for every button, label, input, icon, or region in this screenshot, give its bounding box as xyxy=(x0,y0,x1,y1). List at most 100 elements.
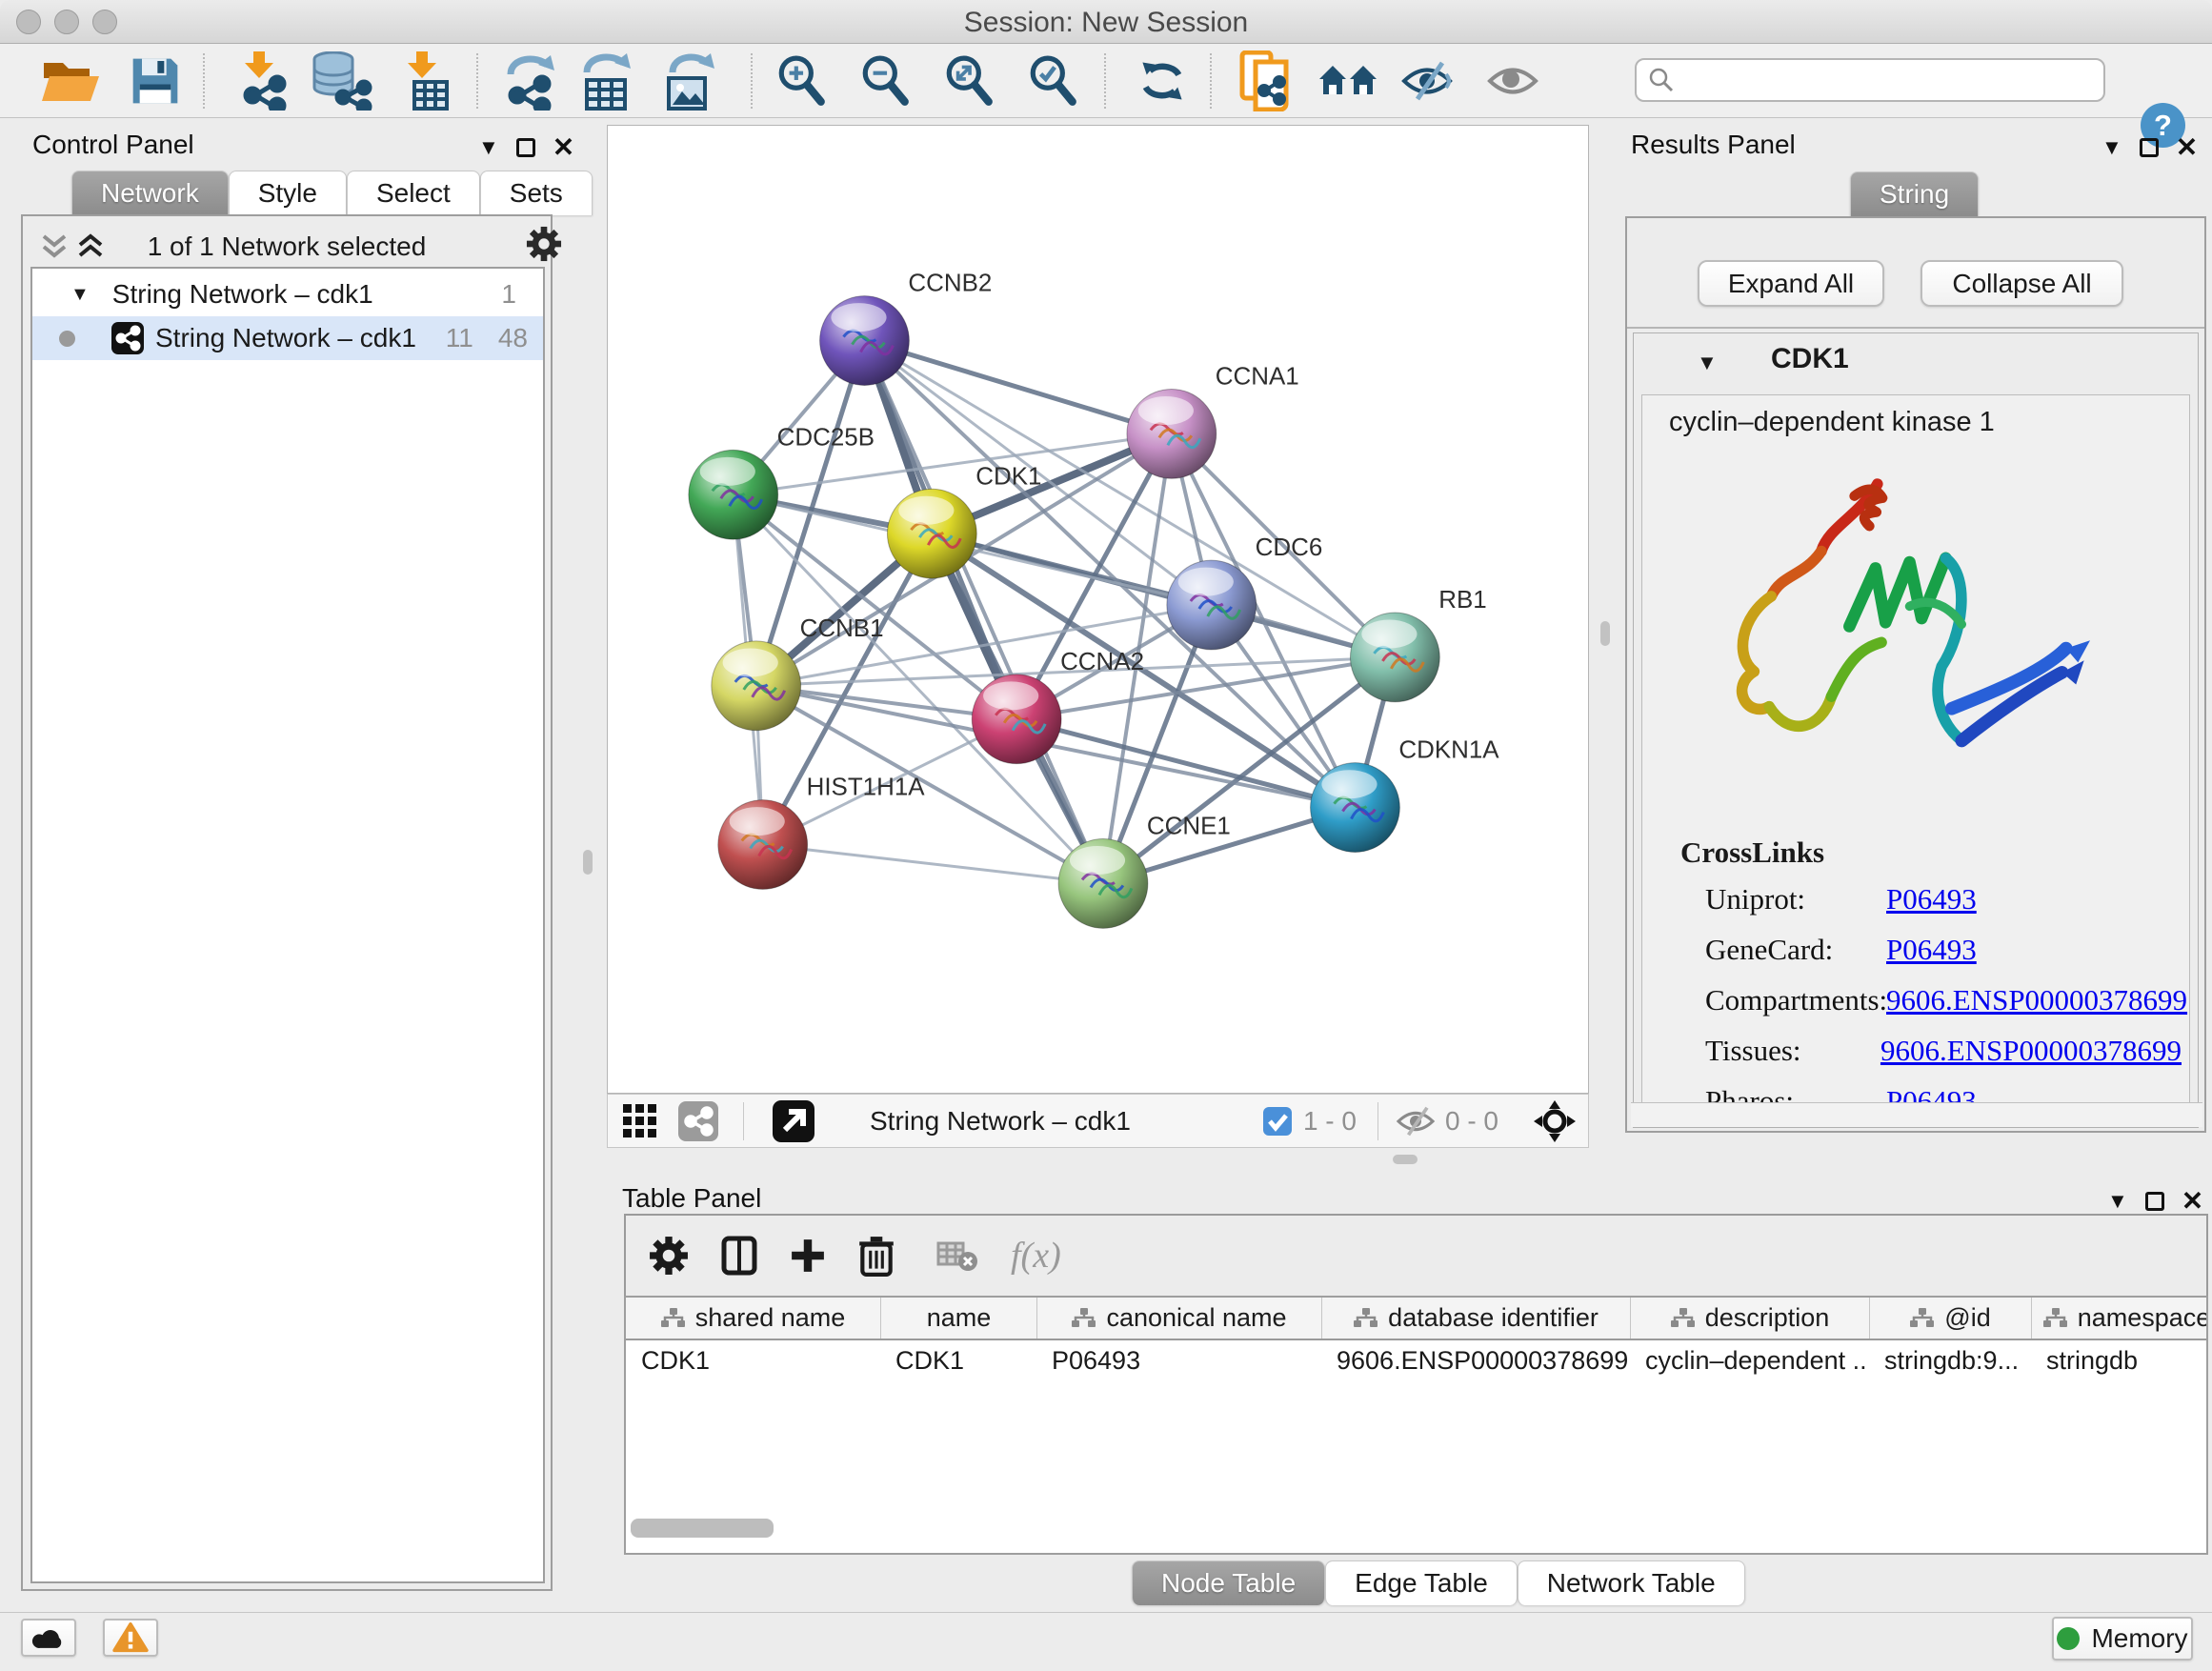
first-neighbors-button[interactable] xyxy=(1313,44,1383,118)
network-edge-CCNB2-CCNA1[interactable] xyxy=(864,341,1171,434)
tab-edge-table[interactable]: Edge Table xyxy=(1325,1560,1518,1605)
network-node-CDKN1A[interactable]: CDKN1A xyxy=(1311,737,1500,853)
crosslink-row: Uniprot:P06493 xyxy=(1705,874,2182,924)
crosslink-value-link[interactable]: 9606.ENSP00000378699 xyxy=(1886,983,2187,1017)
network-edge-CCNB2-CCNE1[interactable] xyxy=(864,341,1103,884)
zoom-out-button[interactable] xyxy=(854,44,916,118)
tab-sets[interactable]: Sets xyxy=(480,171,593,215)
function-builder-button[interactable]: f(x) xyxy=(1011,1235,1061,1277)
network-node-RB1[interactable]: RB1 xyxy=(1350,587,1486,702)
table-cell[interactable]: cyclin–dependent ... xyxy=(1630,1340,1869,1381)
network-view-title: String Network – cdk1 xyxy=(870,1106,1131,1137)
column-header-canonical-name[interactable]: canonical name xyxy=(1036,1298,1321,1339)
table-row[interactable]: CDK1CDK1P064939606.ENSP00000378699cyclin… xyxy=(626,1340,2206,1381)
table-h-scrollbar-thumb[interactable] xyxy=(631,1519,774,1538)
panel-float-button[interactable]: ▼ xyxy=(2107,1189,2128,1214)
hidden-eye-slash-icon[interactable] xyxy=(1396,1106,1436,1137)
toolbar-separator xyxy=(1104,53,1106,109)
right-splitter-grip[interactable] xyxy=(1600,621,1610,646)
selected-checkbox-icon[interactable] xyxy=(1263,1107,1292,1136)
warning-icon xyxy=(112,1622,149,1653)
column-header--id[interactable]: @id xyxy=(1869,1298,2031,1339)
center-view-button[interactable] xyxy=(1533,1099,1577,1143)
panel-float-button[interactable]: ▼ xyxy=(478,135,499,160)
network-node-CCNB2[interactable]: CCNB2 xyxy=(820,271,993,386)
save-session-button[interactable] xyxy=(122,44,189,118)
add-column-button[interactable] xyxy=(790,1238,826,1274)
zoom-fit-button[interactable] xyxy=(937,44,1000,118)
collapse-all-button[interactable]: Collapse All xyxy=(1920,260,2123,307)
delete-table-button[interactable] xyxy=(936,1239,978,1272)
import-network-file-button[interactable] xyxy=(231,44,297,118)
share-icon-button[interactable] xyxy=(678,1101,718,1141)
network-node-HIST1H1A[interactable]: HIST1H1A xyxy=(718,775,925,890)
table-cell[interactable]: P06493 xyxy=(1036,1340,1321,1381)
panel-maximize-button[interactable] xyxy=(2140,138,2159,157)
delete-column-button[interactable] xyxy=(858,1235,895,1277)
export-network-button[interactable] xyxy=(497,44,566,118)
main-toolbar: ? xyxy=(0,44,2212,118)
horizontal-splitter-grip[interactable] xyxy=(1393,1155,1418,1164)
crosslink-value-link[interactable]: P06493 xyxy=(1886,933,1977,967)
table-cell[interactable]: 9606.ENSP00000378699 xyxy=(1321,1340,1630,1381)
panel-maximize-button[interactable] xyxy=(2145,1192,2164,1211)
network-row[interactable]: String Network – cdk1 11 48 xyxy=(32,316,543,360)
crosslink-value-link[interactable]: P06493 xyxy=(1886,882,1977,916)
tab-node-table[interactable]: Node Table xyxy=(1132,1560,1325,1605)
column-header-name[interactable]: name xyxy=(880,1298,1036,1339)
string-document-button[interactable] xyxy=(1233,44,1299,118)
panel-float-button[interactable]: ▼ xyxy=(2101,135,2122,160)
crosslink-value-link[interactable]: 9606.ENSP00000378699 xyxy=(1880,1034,2182,1068)
network-options-gear-button[interactable] xyxy=(526,226,562,262)
tree-expander-icon[interactable]: ▼ xyxy=(70,284,90,306)
table-cell[interactable]: CDK1 xyxy=(626,1340,880,1381)
import-network-database-button[interactable] xyxy=(305,44,379,118)
node-gloss-highlight xyxy=(898,496,954,525)
panel-close-button[interactable]: ✕ xyxy=(553,131,574,163)
gene-toggle-icon[interactable]: ▼ xyxy=(1697,351,1718,375)
network-collection-row[interactable]: ▼ String Network – cdk1 1 xyxy=(32,272,543,316)
warning-button[interactable] xyxy=(103,1619,158,1657)
export-image-button[interactable] xyxy=(655,44,726,118)
column-header-database-identifier[interactable]: database identifier xyxy=(1321,1298,1630,1339)
column-header-description[interactable]: description xyxy=(1630,1298,1869,1339)
network-edge-CCNA2-CDKN1A[interactable] xyxy=(1016,719,1355,808)
column-header-namespace[interactable]: namespace xyxy=(2031,1298,2208,1339)
network-canvas[interactable]: CCNB2CCNA1CDC25BCDK1CDC6RB1CCNB1CCNA2CDK… xyxy=(607,125,1589,1094)
network-node-CCNA1[interactable]: CCNA1 xyxy=(1127,363,1299,478)
column-hierarchy-icon xyxy=(1671,1308,1696,1329)
import-table-file-button[interactable] xyxy=(392,44,461,118)
open-in-new-button[interactable] xyxy=(773,1100,814,1142)
tab-network[interactable]: Network xyxy=(71,171,229,215)
tab-string[interactable]: String xyxy=(1850,171,1979,216)
search-input[interactable] xyxy=(1675,66,2103,95)
open-session-button[interactable] xyxy=(34,44,107,118)
panel-close-button[interactable]: ✕ xyxy=(2182,1185,2203,1217)
show-all-button[interactable] xyxy=(1482,44,1543,118)
export-table-button[interactable] xyxy=(573,44,642,118)
left-splitter-grip[interactable] xyxy=(583,850,593,875)
results-scrollbar-track[interactable] xyxy=(1631,1102,2202,1127)
panel-close-button[interactable]: ✕ xyxy=(2176,131,2198,163)
tab-select[interactable]: Select xyxy=(347,171,480,215)
network-node-CCNE1[interactable]: CCNE1 xyxy=(1058,814,1231,929)
zoom-selected-button[interactable] xyxy=(1021,44,1084,118)
table-cell[interactable]: CDK1 xyxy=(880,1340,1036,1381)
table-cell[interactable]: stringdb xyxy=(2031,1340,2208,1381)
hide-selected-button[interactable] xyxy=(1397,44,1458,118)
tab-style[interactable]: Style xyxy=(229,171,347,215)
column-header-shared-name[interactable]: shared name xyxy=(626,1298,880,1339)
refresh-view-button[interactable] xyxy=(1132,44,1193,118)
expand-all-button[interactable]: Expand All xyxy=(1698,260,1884,307)
zoom-in-button[interactable] xyxy=(770,44,833,118)
tab-network-table[interactable]: Network Table xyxy=(1518,1560,1745,1605)
panel-maximize-button[interactable] xyxy=(516,138,535,157)
table-options-gear-button[interactable] xyxy=(649,1236,689,1276)
network-edge-HIST1H1A-CCNE1[interactable] xyxy=(763,845,1103,884)
memory-button[interactable]: Memory xyxy=(2052,1617,2193,1661)
grid-icon-button[interactable] xyxy=(621,1102,659,1140)
cloud-button[interactable] xyxy=(21,1619,76,1657)
table-cell[interactable]: stringdb:9... xyxy=(1869,1340,2031,1381)
show-columns-button[interactable] xyxy=(721,1236,757,1276)
memory-status-dot-icon xyxy=(2057,1627,2080,1650)
